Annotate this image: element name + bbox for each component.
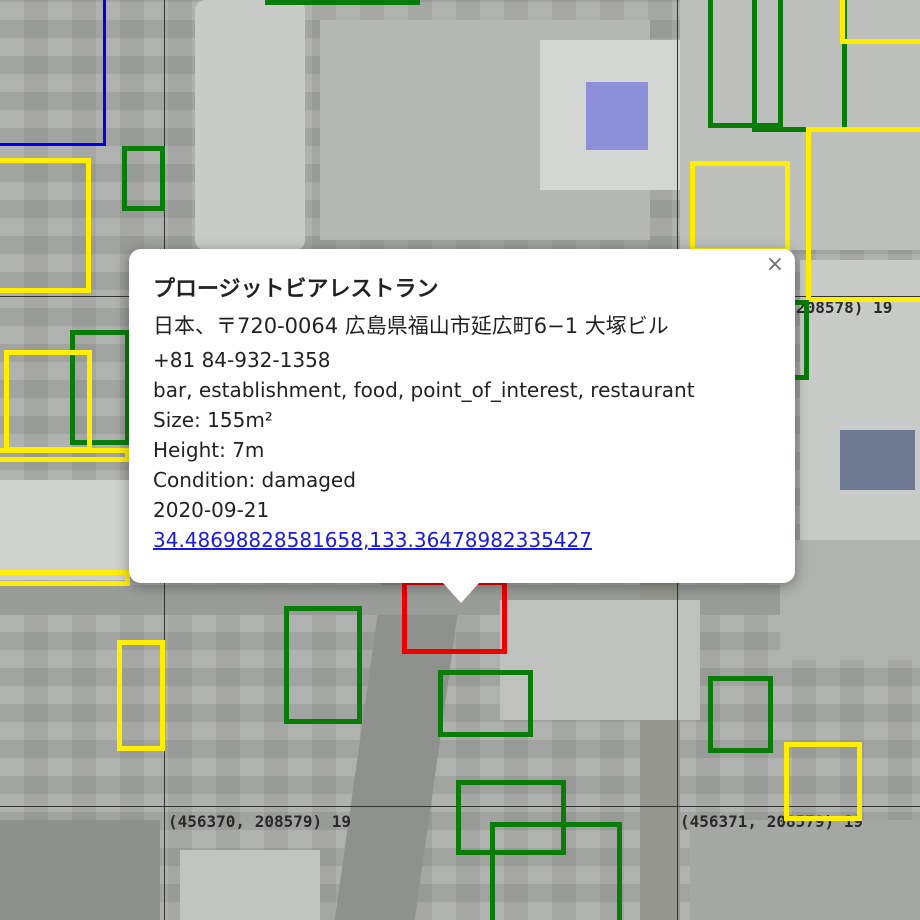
rooftop: [690, 820, 920, 920]
place-name: プロージットビアレストラン: [153, 277, 439, 302]
building-outline[interactable]: [708, 676, 773, 753]
building-outline[interactable]: [840, 0, 920, 44]
building-outline[interactable]: [0, 0, 106, 146]
close-icon[interactable]: ×: [763, 253, 787, 277]
rooftop: [0, 820, 160, 920]
tile-label: (456370, 208579) 19: [168, 812, 352, 831]
building-outline[interactable]: [490, 822, 622, 920]
place-phone: +81 84-932-1358: [153, 348, 331, 372]
coordinates-link[interactable]: 34.48698828581658,133.36478982335427: [153, 525, 775, 555]
place-types: bar, establishment, food, point_of_inter…: [153, 378, 695, 402]
building-outline[interactable]: [265, 0, 420, 5]
building-outline[interactable]: [438, 670, 533, 737]
capture-date: 2020-09-21: [153, 498, 270, 522]
rooftop: [0, 480, 130, 580]
building-condition: Condition: damaged: [153, 468, 356, 492]
rooftop: [780, 540, 920, 660]
building-outline[interactable]: [752, 0, 847, 132]
building-outline[interactable]: [122, 146, 165, 211]
popup-pointer: [443, 583, 479, 603]
building-outline[interactable]: [284, 606, 362, 724]
building-outline[interactable]: [0, 448, 130, 462]
rooftop: [180, 850, 320, 920]
building-outline[interactable]: [0, 158, 91, 293]
building-height: Height: 7m: [153, 438, 265, 462]
building-outline[interactable]: [0, 570, 130, 586]
building-outline[interactable]: [690, 161, 790, 253]
building-outline[interactable]: [806, 127, 920, 302]
building-outline[interactable]: [4, 350, 92, 452]
rooftop: [195, 0, 305, 250]
building-outline[interactable]: [784, 742, 862, 821]
building-outline[interactable]: [117, 640, 165, 751]
building-size: Size: 155m²: [153, 408, 273, 432]
rooftop: [586, 82, 648, 150]
place-info-popup: × プロージットビアレストラン 日本、〒720-0064 広島県福山市延広町6−…: [129, 249, 795, 583]
place-address: 日本、〒720-0064 広島県福山市延広町6−1 大塚ビル: [153, 314, 669, 338]
rooftop: [840, 430, 915, 490]
satellite-map[interactable]: 208578) 19 (456370, 208579) 19 (456371, …: [0, 0, 920, 920]
